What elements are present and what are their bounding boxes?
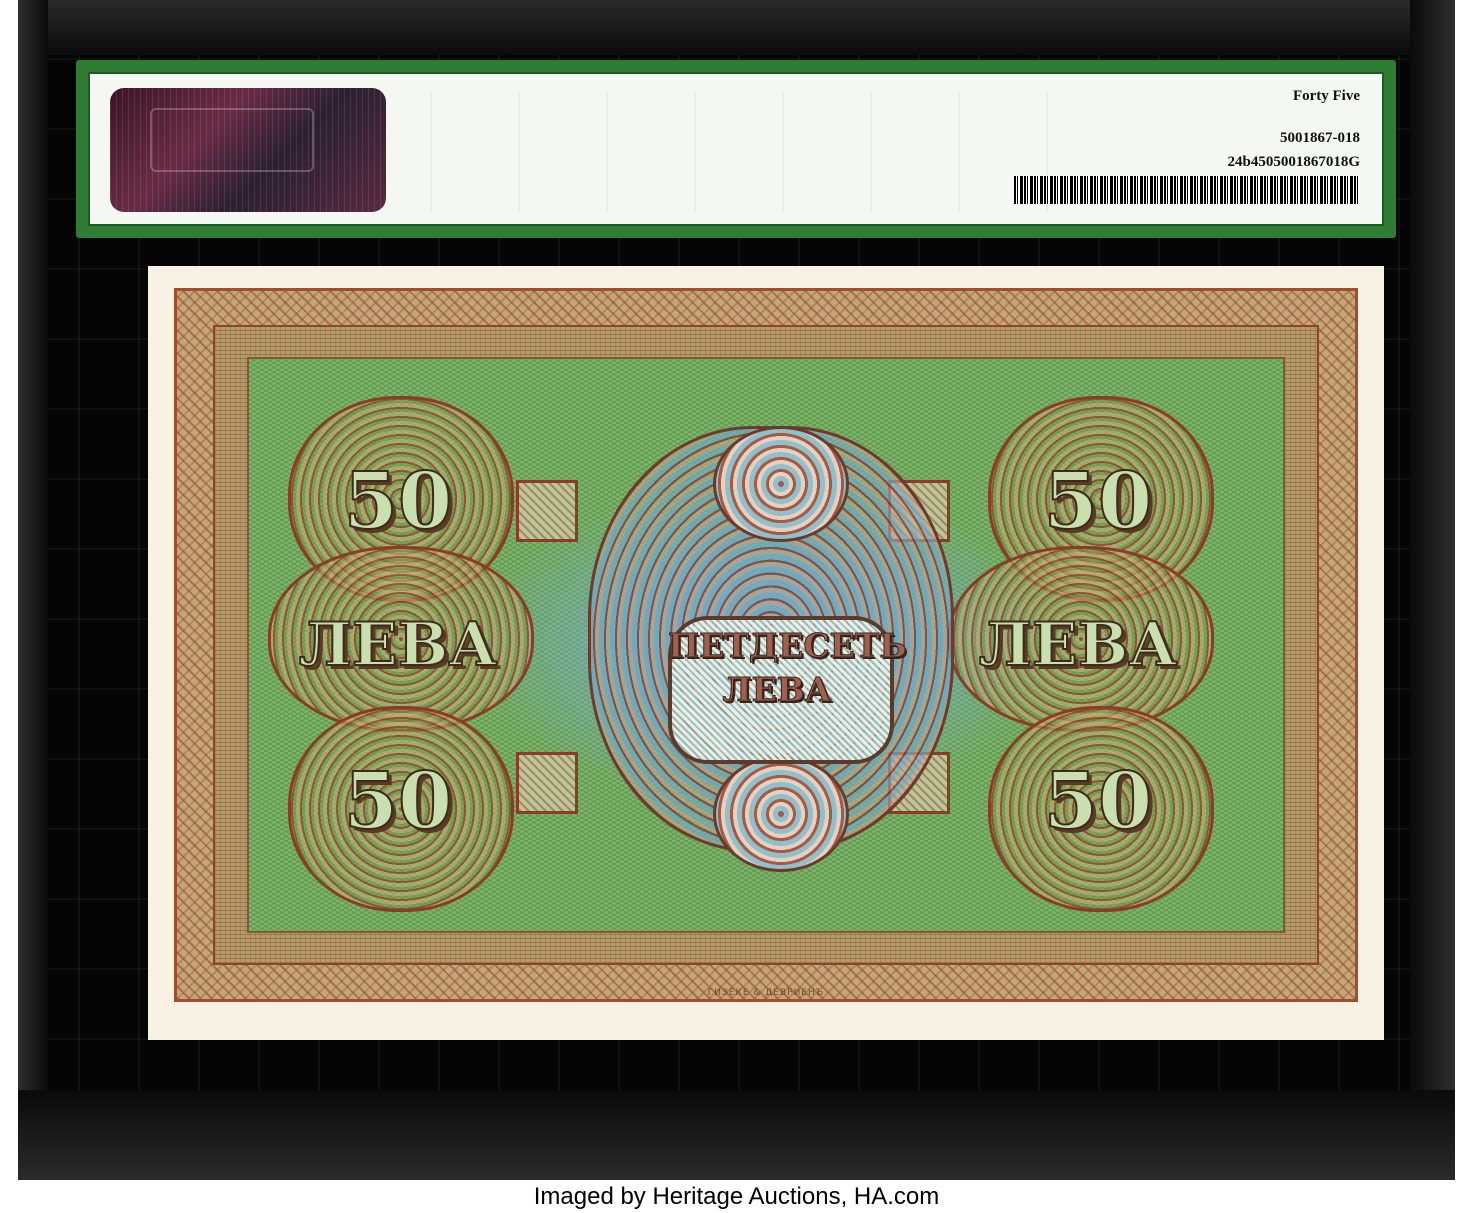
denomination-word-right: ЛЕВА: [978, 609, 1178, 681]
top-medallion: [713, 426, 849, 542]
ornament-box-bottom-left: [516, 752, 578, 814]
image-credit: Imaged by Heritage Auctions, HA.com: [533, 1183, 940, 1210]
barcode-id: 24b4505001867018G: [1227, 154, 1360, 170]
grade-text: Forty Five: [1292, 88, 1360, 104]
slab-edge-bottom: [18, 1090, 1455, 1180]
center-denomination-line-2: ЛЕВА: [722, 670, 832, 710]
bottom-medallion: [713, 756, 849, 872]
denomination-numeral-left-bottom: 50: [343, 755, 454, 848]
slab-edge-left: [18, 0, 48, 1180]
denomination-numeral-right-bottom: 50: [1043, 755, 1154, 848]
printer-imprint: ГИЗЕКЕ & ДЕВРИЕНЪ: [707, 988, 825, 998]
barcode-icon: [1014, 176, 1360, 204]
slab-edge-right: [1410, 0, 1455, 1180]
hologram-mark: [150, 108, 314, 172]
grading-label: Forty Five 5001867-018 24b4505001867018G: [76, 60, 1396, 238]
banknote: ПЕТДЕСЕТЬ ЛЕВА 50 ЛЕВА 50 50 ЛЕВА 50 ГИЗ…: [148, 266, 1384, 1040]
hologram-icon: [110, 88, 386, 212]
denomination-numeral-right-top: 50: [1043, 455, 1154, 548]
cert-number: 5001867-018: [1280, 130, 1360, 146]
center-denomination-line-1: ПЕТДЕСЕТЬ: [668, 626, 908, 666]
slab-edge-top: [18, 0, 1455, 55]
ornament-box-top-left: [516, 480, 578, 542]
denomination-numeral-left-top: 50: [343, 455, 454, 548]
grading-label-inner: Forty Five 5001867-018 24b4505001867018G: [88, 72, 1384, 226]
denomination-word-left: ЛЕВА: [298, 609, 498, 681]
